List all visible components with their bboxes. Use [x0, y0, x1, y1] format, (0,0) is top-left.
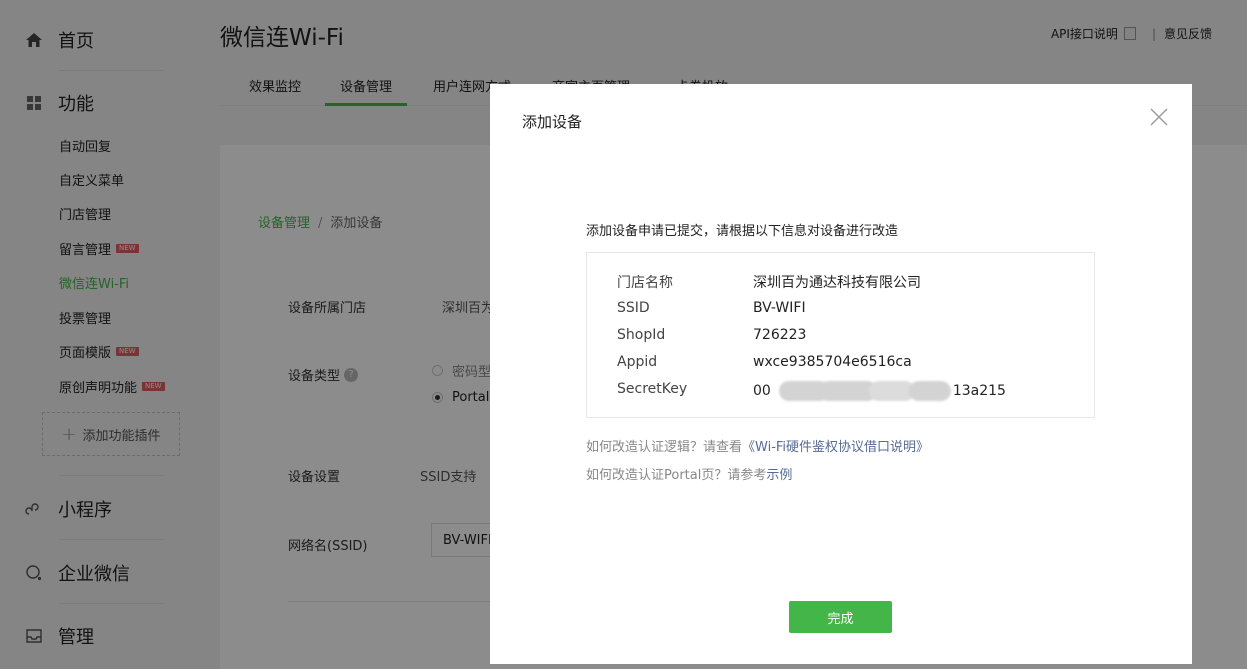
add-device-dialog: 添加设备 添加设备申请已提交，请根据以下信息对设备进行改造 门店名称 深圳百为通达…	[490, 84, 1192, 664]
example-link[interactable]: 示例	[766, 468, 792, 483]
close-icon[interactable]	[1148, 106, 1170, 128]
protocol-doc-link[interactable]: 《Wi-Fi硬件鉴权协议借口说明》	[742, 440, 929, 455]
done-button[interactable]: 完成	[789, 601, 892, 633]
help-auth-logic: 如何改造认证逻辑？请查看《Wi-Fi硬件鉴权协议借口说明》	[586, 440, 930, 455]
info-row-ssid: SSID BV-WIFI	[617, 300, 806, 316]
submit-message: 添加设备申请已提交，请根据以下信息对设备进行改造	[586, 224, 899, 239]
device-info-box: 门店名称 深圳百为通达科技有限公司 SSID BV-WIFI ShopId 72622…	[586, 252, 1095, 418]
info-row-shopid: ShopId 726223	[617, 327, 807, 343]
dialog-title: 添加设备	[522, 113, 583, 131]
help-portal-page: 如何改造认证Portal页？请参考示例	[586, 468, 793, 483]
info-row-secretkey: SecretKey 00 13a215	[617, 381, 1006, 401]
redacted-blur	[771, 381, 953, 401]
info-row-store: 门店名称 深圳百为通达科技有限公司	[617, 275, 921, 291]
info-row-appid: Appid wxce9385704e6516ca	[617, 354, 912, 370]
